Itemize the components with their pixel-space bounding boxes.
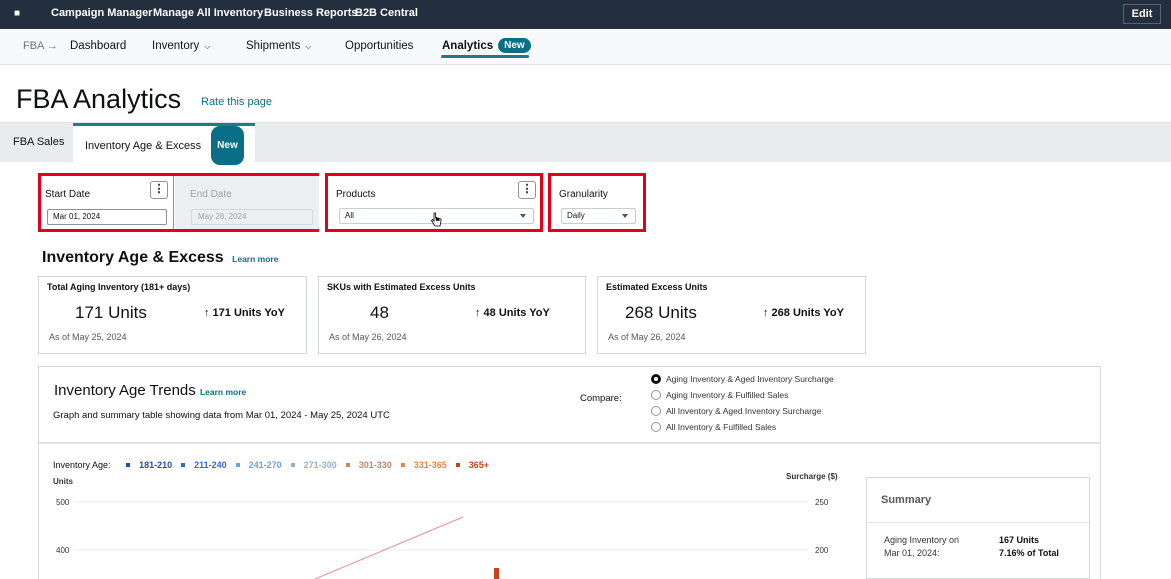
section-title: Inventory Age & Excess Learn more <box>42 249 278 267</box>
tab-inventory-age-excess[interactable]: Inventory Age & Excess New <box>73 123 255 165</box>
trends-subtitle: Graph and summary table showing data fro… <box>53 410 390 421</box>
radio-icon <box>651 406 661 416</box>
kpi-yoy: ↑ 268 Units YoY <box>763 307 844 319</box>
start-date-label: Start Date <box>45 189 91 200</box>
nav-root-label: FBA <box>23 40 44 52</box>
new-badge: New <box>498 38 531 53</box>
topbar-link-campaign-manager[interactable]: Campaign Manager <box>51 7 152 19</box>
edit-button[interactable]: Edit <box>1123 4 1161 24</box>
option-label: All Inventory & Aged Inventory Surcharge <box>666 406 822 416</box>
summary-label-2: Mar 01, 2024: <box>884 548 940 558</box>
more-options-icon[interactable]: ⋮ <box>150 181 168 199</box>
kpi-card-excess-units: Estimated Excess Units 268 Units ↑ 268 U… <box>597 276 866 354</box>
kpi-title: SKUs with Estimated Excess Units <box>327 282 476 292</box>
granularity-select[interactable]: Daily <box>561 208 636 224</box>
end-date-label: End Date <box>190 189 232 200</box>
nav-inventory-label: Inventory <box>152 40 200 52</box>
nav-opportunities[interactable]: Opportunities <box>345 40 413 52</box>
tab-label: Inventory Age & Excess <box>85 140 202 152</box>
chevron-down-icon: ⌵ <box>204 42 211 51</box>
compare-option-aging-sales[interactable]: Aging Inventory & Fulfilled Sales <box>651 390 788 400</box>
option-label: Aging Inventory & Aged Inventory Surchar… <box>666 374 834 384</box>
summary-value-1: 167 Units <box>999 535 1040 545</box>
topbar-link-manage-inventory[interactable]: Manage All Inventory <box>153 7 263 19</box>
compare-label: Compare: <box>580 393 622 404</box>
summary-row-label: Aging Inventory on Mar 01, 2024: <box>884 534 959 560</box>
divider <box>173 176 174 229</box>
nav-analytics[interactable]: Analytics New <box>442 38 531 53</box>
nav-dashboard[interactable]: Dashboard <box>70 40 126 52</box>
caret-down-icon <box>622 214 628 218</box>
kpi-card-aging-inventory: Total Aging Inventory (181+ days) 171 Un… <box>38 276 307 354</box>
hand-cursor-icon <box>430 212 442 227</box>
caret-down-icon <box>520 214 526 218</box>
kpi-yoy: ↑ 48 Units YoY <box>475 307 550 319</box>
top-bar: ■ Campaign Manager Manage All Inventory … <box>0 0 1171 29</box>
inventory-age-trends-panel: Inventory Age Trends Learn more Graph an… <box>38 366 1101 444</box>
summary-label-1: Aging Inventory on <box>884 535 960 545</box>
kpi-date: As of May 26, 2024 <box>329 332 407 342</box>
kpi-value: 268 Units <box>625 303 697 322</box>
tab-fba-sales[interactable]: FBA Sales <box>0 123 77 163</box>
compare-option-aged-surcharge[interactable]: Aging Inventory & Aged Inventory Surchar… <box>651 374 834 384</box>
compare-option-all-sales[interactable]: All Inventory & Fulfilled Sales <box>651 422 776 432</box>
kpi-card-skus-excess: SKUs with Estimated Excess Units 48 ↑ 48… <box>318 276 586 354</box>
section-title-text: Inventory Age & Excess <box>42 249 224 266</box>
arrow-right-icon: → <box>46 40 58 52</box>
surcharge-line <box>314 516 464 579</box>
nav-root-fba[interactable]: FBA → <box>23 40 58 52</box>
compare-option-all-surcharge[interactable]: All Inventory & Aged Inventory Surcharge <box>651 406 821 416</box>
granularity-filter: Granularity Daily <box>548 173 646 232</box>
nav-shipments-label: Shipments <box>246 40 301 52</box>
granularity-label: Granularity <box>559 189 608 200</box>
date-range-filter: Start Date ⋮ Mar 01, 2024 End Date May 2… <box>38 173 319 232</box>
summary-panel: Summary Aging Inventory on Mar 01, 2024: … <box>866 477 1090 579</box>
products-label: Products <box>336 189 376 200</box>
trends-title-text: Inventory Age Trends <box>54 382 196 399</box>
nav-inventory[interactable]: Inventory ⌵ <box>152 40 210 52</box>
option-label: All Inventory & Fulfilled Sales <box>666 422 777 432</box>
chevron-down-icon: ⌵ <box>305 42 312 51</box>
bar-365-plus <box>494 568 499 579</box>
report-tabs: FBA Sales Inventory Age & Excess New <box>0 122 1171 165</box>
chart-plot <box>73 501 808 579</box>
kpi-title: Total Aging Inventory (181+ days) <box>47 282 191 292</box>
products-filter: Products ⋮ All <box>325 173 543 232</box>
option-label: Aging Inventory & Fulfilled Sales <box>666 390 789 400</box>
granularity-value: Daily <box>567 211 585 220</box>
kpi-yoy: ↑ 171 Units YoY <box>204 307 285 319</box>
more-options-icon[interactable]: ⋮ <box>518 181 536 199</box>
nav-shipments[interactable]: Shipments ⌵ <box>246 40 311 52</box>
summary-row-value: 167 Units 7.16% of Total <box>999 534 1059 560</box>
kpi-value: 171 Units <box>75 303 147 322</box>
start-date-input[interactable]: Mar 01, 2024 <box>47 209 167 225</box>
learn-more-link[interactable]: Learn more <box>200 387 246 397</box>
summary-title: Summary <box>881 494 932 506</box>
bookmark-icon[interactable]: ■ <box>14 8 20 19</box>
end-date-input[interactable]: May 28, 2024 <box>191 209 313 225</box>
trends-title: Inventory Age Trends Learn more <box>54 382 246 399</box>
rate-page-link[interactable]: Rate this page <box>201 96 272 108</box>
divider <box>867 522 1089 523</box>
radio-icon <box>651 390 661 400</box>
nav-analytics-label: Analytics <box>442 40 494 52</box>
topbar-link-b2b-central[interactable]: B2B Central <box>355 7 418 19</box>
radio-icon <box>651 422 661 432</box>
kpi-value: 48 <box>370 303 389 322</box>
radio-selected-icon <box>651 374 661 384</box>
learn-more-link[interactable]: Learn more <box>232 254 278 264</box>
topbar-link-business-reports[interactable]: Business Reports <box>264 7 358 19</box>
page-title: FBA Analytics <box>16 84 182 114</box>
new-badge: New <box>211 126 244 165</box>
active-nav-indicator <box>441 55 529 58</box>
main-nav: FBA → Dashboard Inventory ⌵ Shipments ⌵ Op… <box>0 29 1171 65</box>
summary-value-2: 7.16% of Total <box>999 548 1059 558</box>
kpi-title: Estimated Excess Units <box>606 282 708 292</box>
kpi-date: As of May 26, 2024 <box>608 332 686 342</box>
kpi-date: As of May 25, 2024 <box>49 332 127 342</box>
products-value: All <box>345 211 354 220</box>
